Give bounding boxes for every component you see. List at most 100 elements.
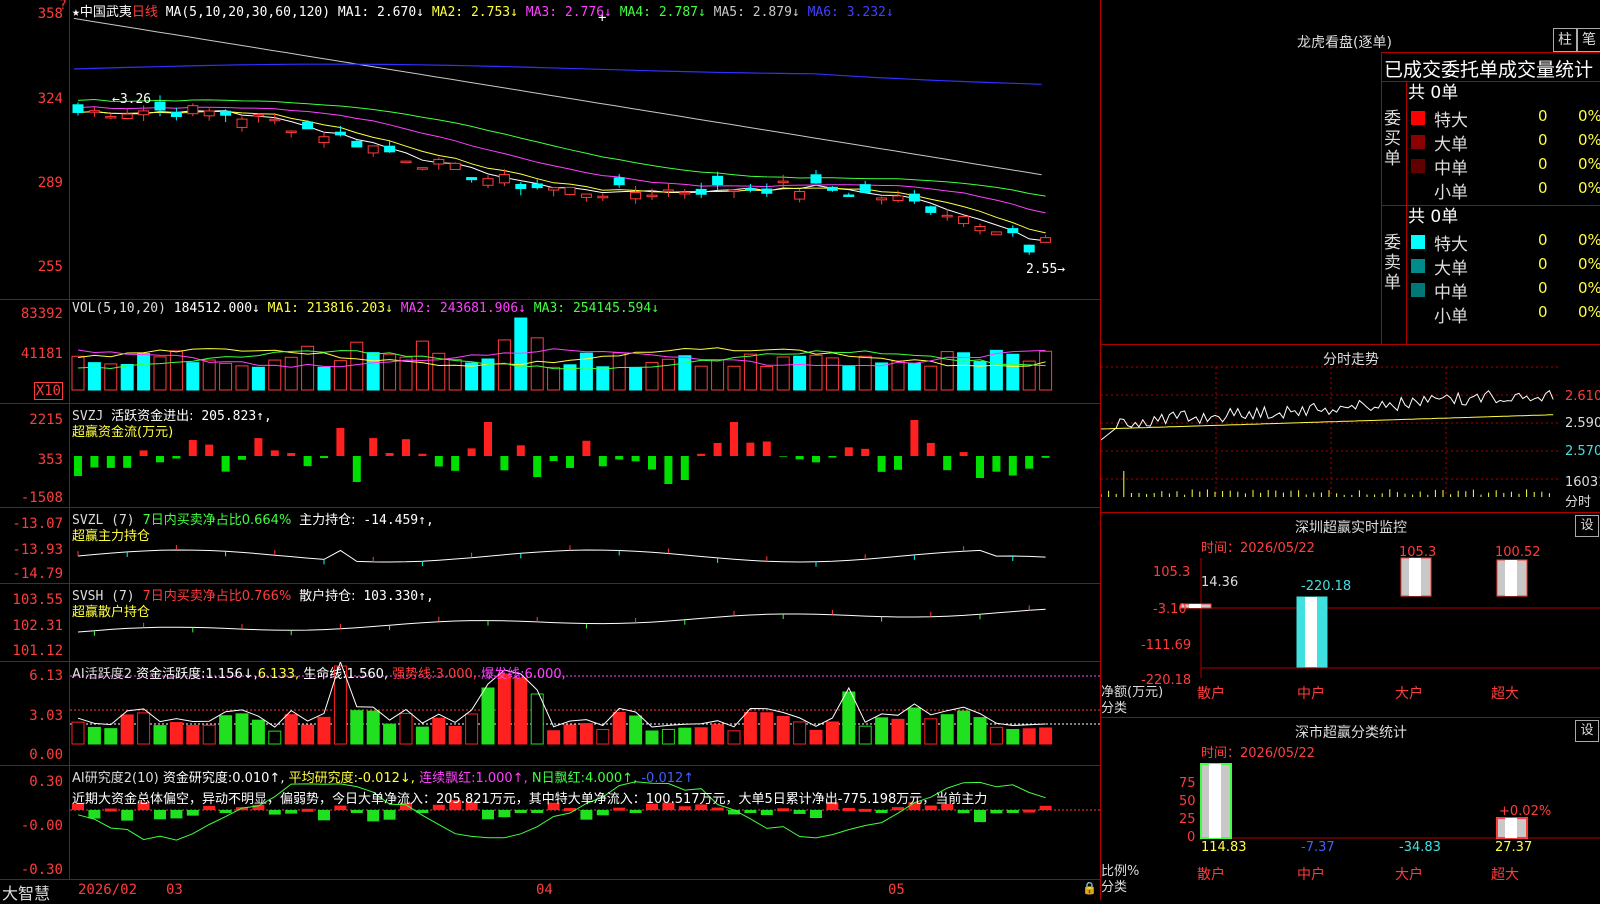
period-label[interactable]: 日线 bbox=[132, 5, 158, 20]
sell-color-swatch bbox=[1411, 307, 1425, 321]
candle-body bbox=[646, 194, 658, 198]
candle-body bbox=[564, 186, 576, 195]
ma-value-4: MA4: bbox=[619, 5, 652, 20]
fund-flow-bar bbox=[90, 456, 99, 468]
fund-flow-bar bbox=[959, 452, 968, 456]
kline-header: ★中国武夷日线 MA(5,10,20,30,60,120) MA1: 2.670… bbox=[72, 5, 894, 20]
volume-bar bbox=[251, 366, 265, 391]
volume-bar bbox=[333, 360, 347, 391]
volume-bar bbox=[448, 358, 462, 391]
volume-bar bbox=[415, 340, 429, 391]
buy-color-swatch bbox=[1411, 111, 1425, 125]
volume-bar bbox=[825, 357, 839, 391]
volume-bar bbox=[858, 355, 872, 391]
sz-category-value-0: 114.83 bbox=[1201, 840, 1247, 855]
research-bar bbox=[629, 810, 642, 813]
fund-flow-bar bbox=[123, 456, 132, 468]
volume-bar bbox=[842, 366, 856, 391]
candle-body bbox=[613, 177, 625, 186]
candle-body bbox=[826, 186, 838, 191]
svzl-panel[interactable]: -13.07 -13.93 -14.79 SVZL (7) 7日内买卖净占比0.… bbox=[0, 508, 1100, 584]
candle-body bbox=[334, 131, 346, 136]
intraday-panel[interactable]: 分时走势 2.610 2.590 2.570 16031 分时 bbox=[1101, 345, 1600, 513]
sz-realtime-panel[interactable]: 深圳超赢实时监控 设 时间：2026/05/22 105.3 -3.10 -11… bbox=[1101, 513, 1600, 718]
sell-row-3: 小单 0 0% bbox=[1408, 301, 1600, 327]
volume-bar bbox=[399, 356, 413, 391]
research-bar bbox=[318, 810, 330, 821]
research-bar bbox=[1023, 809, 1036, 813]
candle-body bbox=[72, 104, 84, 113]
volume-bar bbox=[547, 366, 561, 391]
candle-body bbox=[876, 197, 888, 201]
sz-realtime-value-2: 105.3 bbox=[1399, 545, 1437, 560]
candle-body bbox=[400, 160, 412, 164]
fund-flow-bar bbox=[762, 441, 771, 456]
fund-flow-bar bbox=[188, 440, 197, 456]
candle-body bbox=[466, 177, 478, 181]
fund-flow-bar bbox=[549, 456, 558, 462]
research-bar bbox=[498, 810, 511, 818]
fund-flow-bar bbox=[1025, 456, 1034, 469]
fund-flow-bar bbox=[270, 450, 279, 456]
volume-bar bbox=[793, 355, 807, 391]
ai-research-panel[interactable]: 0.30 -0.00 -0.30 AI研究度2(10) 资金研究度:0.010↑… bbox=[0, 766, 1100, 880]
svzj-panel[interactable]: 2215 353 -1508 SVZJ 活跃资金进出: 205.823↑, 超赢… bbox=[0, 404, 1100, 508]
fund-flow-bar bbox=[451, 456, 460, 471]
volume-bar bbox=[514, 317, 528, 391]
volume-panel[interactable]: 83392 41181 X10 VOL(5,10,20) 184512.000↓… bbox=[0, 300, 1100, 404]
ai-activity-panel[interactable]: 6.13 3.03 0.00 AI活跃度2 资金活跃度:1.156↓,6.133… bbox=[0, 662, 1100, 766]
research-bar bbox=[596, 810, 609, 816]
research-bar bbox=[186, 810, 199, 816]
fund-flow-bar bbox=[861, 448, 870, 456]
activity-bar bbox=[137, 712, 151, 745]
volume-bar bbox=[629, 366, 643, 391]
fund-flow-bar bbox=[615, 456, 624, 460]
candle-body bbox=[810, 174, 822, 184]
svsh-panel[interactable]: 103.55 102.31 101.12 SVSH (7) 7日内买卖净占比0.… bbox=[0, 584, 1100, 662]
activity-bar bbox=[301, 724, 315, 745]
activity-bar bbox=[727, 730, 741, 745]
candle-body bbox=[597, 195, 609, 199]
favorite-star-icon[interactable]: ★ bbox=[72, 5, 80, 20]
candle-body bbox=[630, 191, 642, 200]
activity-bar bbox=[219, 715, 233, 745]
sz-category-category-3: 超大 bbox=[1491, 867, 1519, 883]
sz-realtime-value-3: 100.52 bbox=[1495, 545, 1541, 560]
sz-category-value-2: -34.83 bbox=[1399, 840, 1441, 855]
candle-body bbox=[941, 214, 953, 218]
kline-panel[interactable]: 358 324 289 255 ? ★中国武夷日线 MA(5,10,20,30,… bbox=[0, 0, 1100, 300]
ma-value-6: MA6: bbox=[807, 5, 839, 20]
fund-flow-bar bbox=[500, 456, 509, 471]
lock-icon[interactable]: 🔒 bbox=[1082, 881, 1097, 895]
fund-flow-bar bbox=[976, 456, 984, 478]
volume-bar bbox=[727, 365, 741, 391]
activity-bar bbox=[481, 687, 495, 745]
activity-bar bbox=[268, 730, 282, 745]
candle-body bbox=[712, 175, 724, 186]
sz-realtime-category-2: 大户 bbox=[1395, 686, 1423, 702]
candle-body bbox=[318, 136, 330, 144]
ai-activity-header: AI活跃度2 资金活跃度:1.156↓,6.133, 生命线:1.560, 强势… bbox=[72, 667, 566, 682]
activity-bar bbox=[743, 712, 757, 745]
research-bar bbox=[875, 810, 888, 813]
ma-value-2: MA2: bbox=[431, 5, 464, 20]
ma-values: MA1: 2.670↓ MA2: 2.753↓ MA3: 2.776↓ MA4:… bbox=[337, 5, 894, 20]
intraday-chart bbox=[1101, 366, 1561, 497]
fund-flow-bar bbox=[1041, 456, 1050, 458]
sz-category-panel[interactable]: 深市超赢分类统计 设 时间：2026/05/22 75 50 25 0 +0.0… bbox=[1101, 718, 1600, 900]
volume-bar bbox=[186, 362, 200, 391]
buy-row-3: 小单 0 0% bbox=[1408, 177, 1600, 203]
ma1-line bbox=[77, 110, 1046, 242]
fund-flow-bar bbox=[828, 456, 837, 458]
buy-row-1: 大单 0 0% bbox=[1408, 129, 1600, 155]
sell-color-swatch bbox=[1411, 259, 1425, 273]
research-bar bbox=[170, 810, 183, 819]
realtime-bar-highlight bbox=[1305, 597, 1317, 667]
bar-mode-button[interactable]: 柱 bbox=[1553, 28, 1577, 52]
volume-bar bbox=[71, 355, 85, 391]
candle-body bbox=[121, 113, 133, 120]
tick-mode-button[interactable]: 笔 bbox=[1577, 28, 1600, 52]
stock-name: 中国武夷 bbox=[79, 5, 132, 20]
activity-bar bbox=[940, 714, 954, 745]
activity-bar bbox=[842, 691, 856, 745]
